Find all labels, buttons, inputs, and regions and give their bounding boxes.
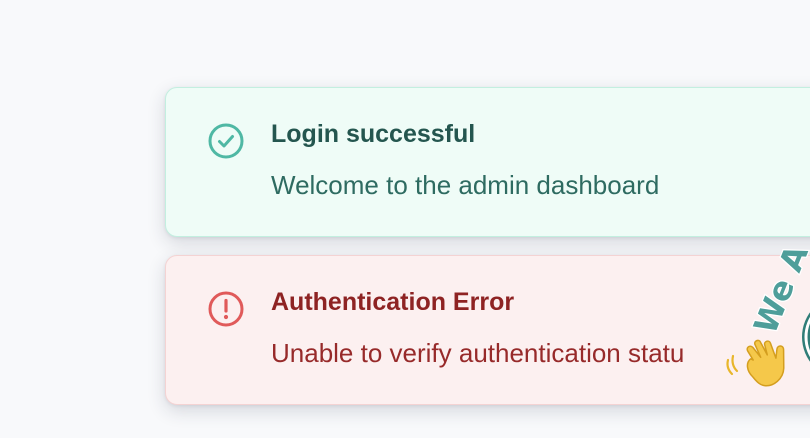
success-toast-message: Welcome to the admin dashboard	[271, 170, 660, 200]
check-circle-icon	[207, 122, 245, 160]
exclamation-circle-icon	[207, 290, 245, 328]
success-toast-title: Login successful	[271, 120, 476, 148]
waving-hand-sticker-icon: We A	[722, 232, 810, 392]
error-toast[interactable]: Authentication Error Unable to verify au…	[165, 255, 810, 405]
error-toast-message: Unable to verify authentication statu	[271, 338, 685, 368]
notification-stage: Login successful Welcome to the admin da…	[0, 0, 810, 438]
sticker-text: We A	[746, 239, 810, 339]
success-toast[interactable]: Login successful Welcome to the admin da…	[165, 87, 810, 237]
error-toast-title: Authentication Error	[271, 288, 515, 316]
